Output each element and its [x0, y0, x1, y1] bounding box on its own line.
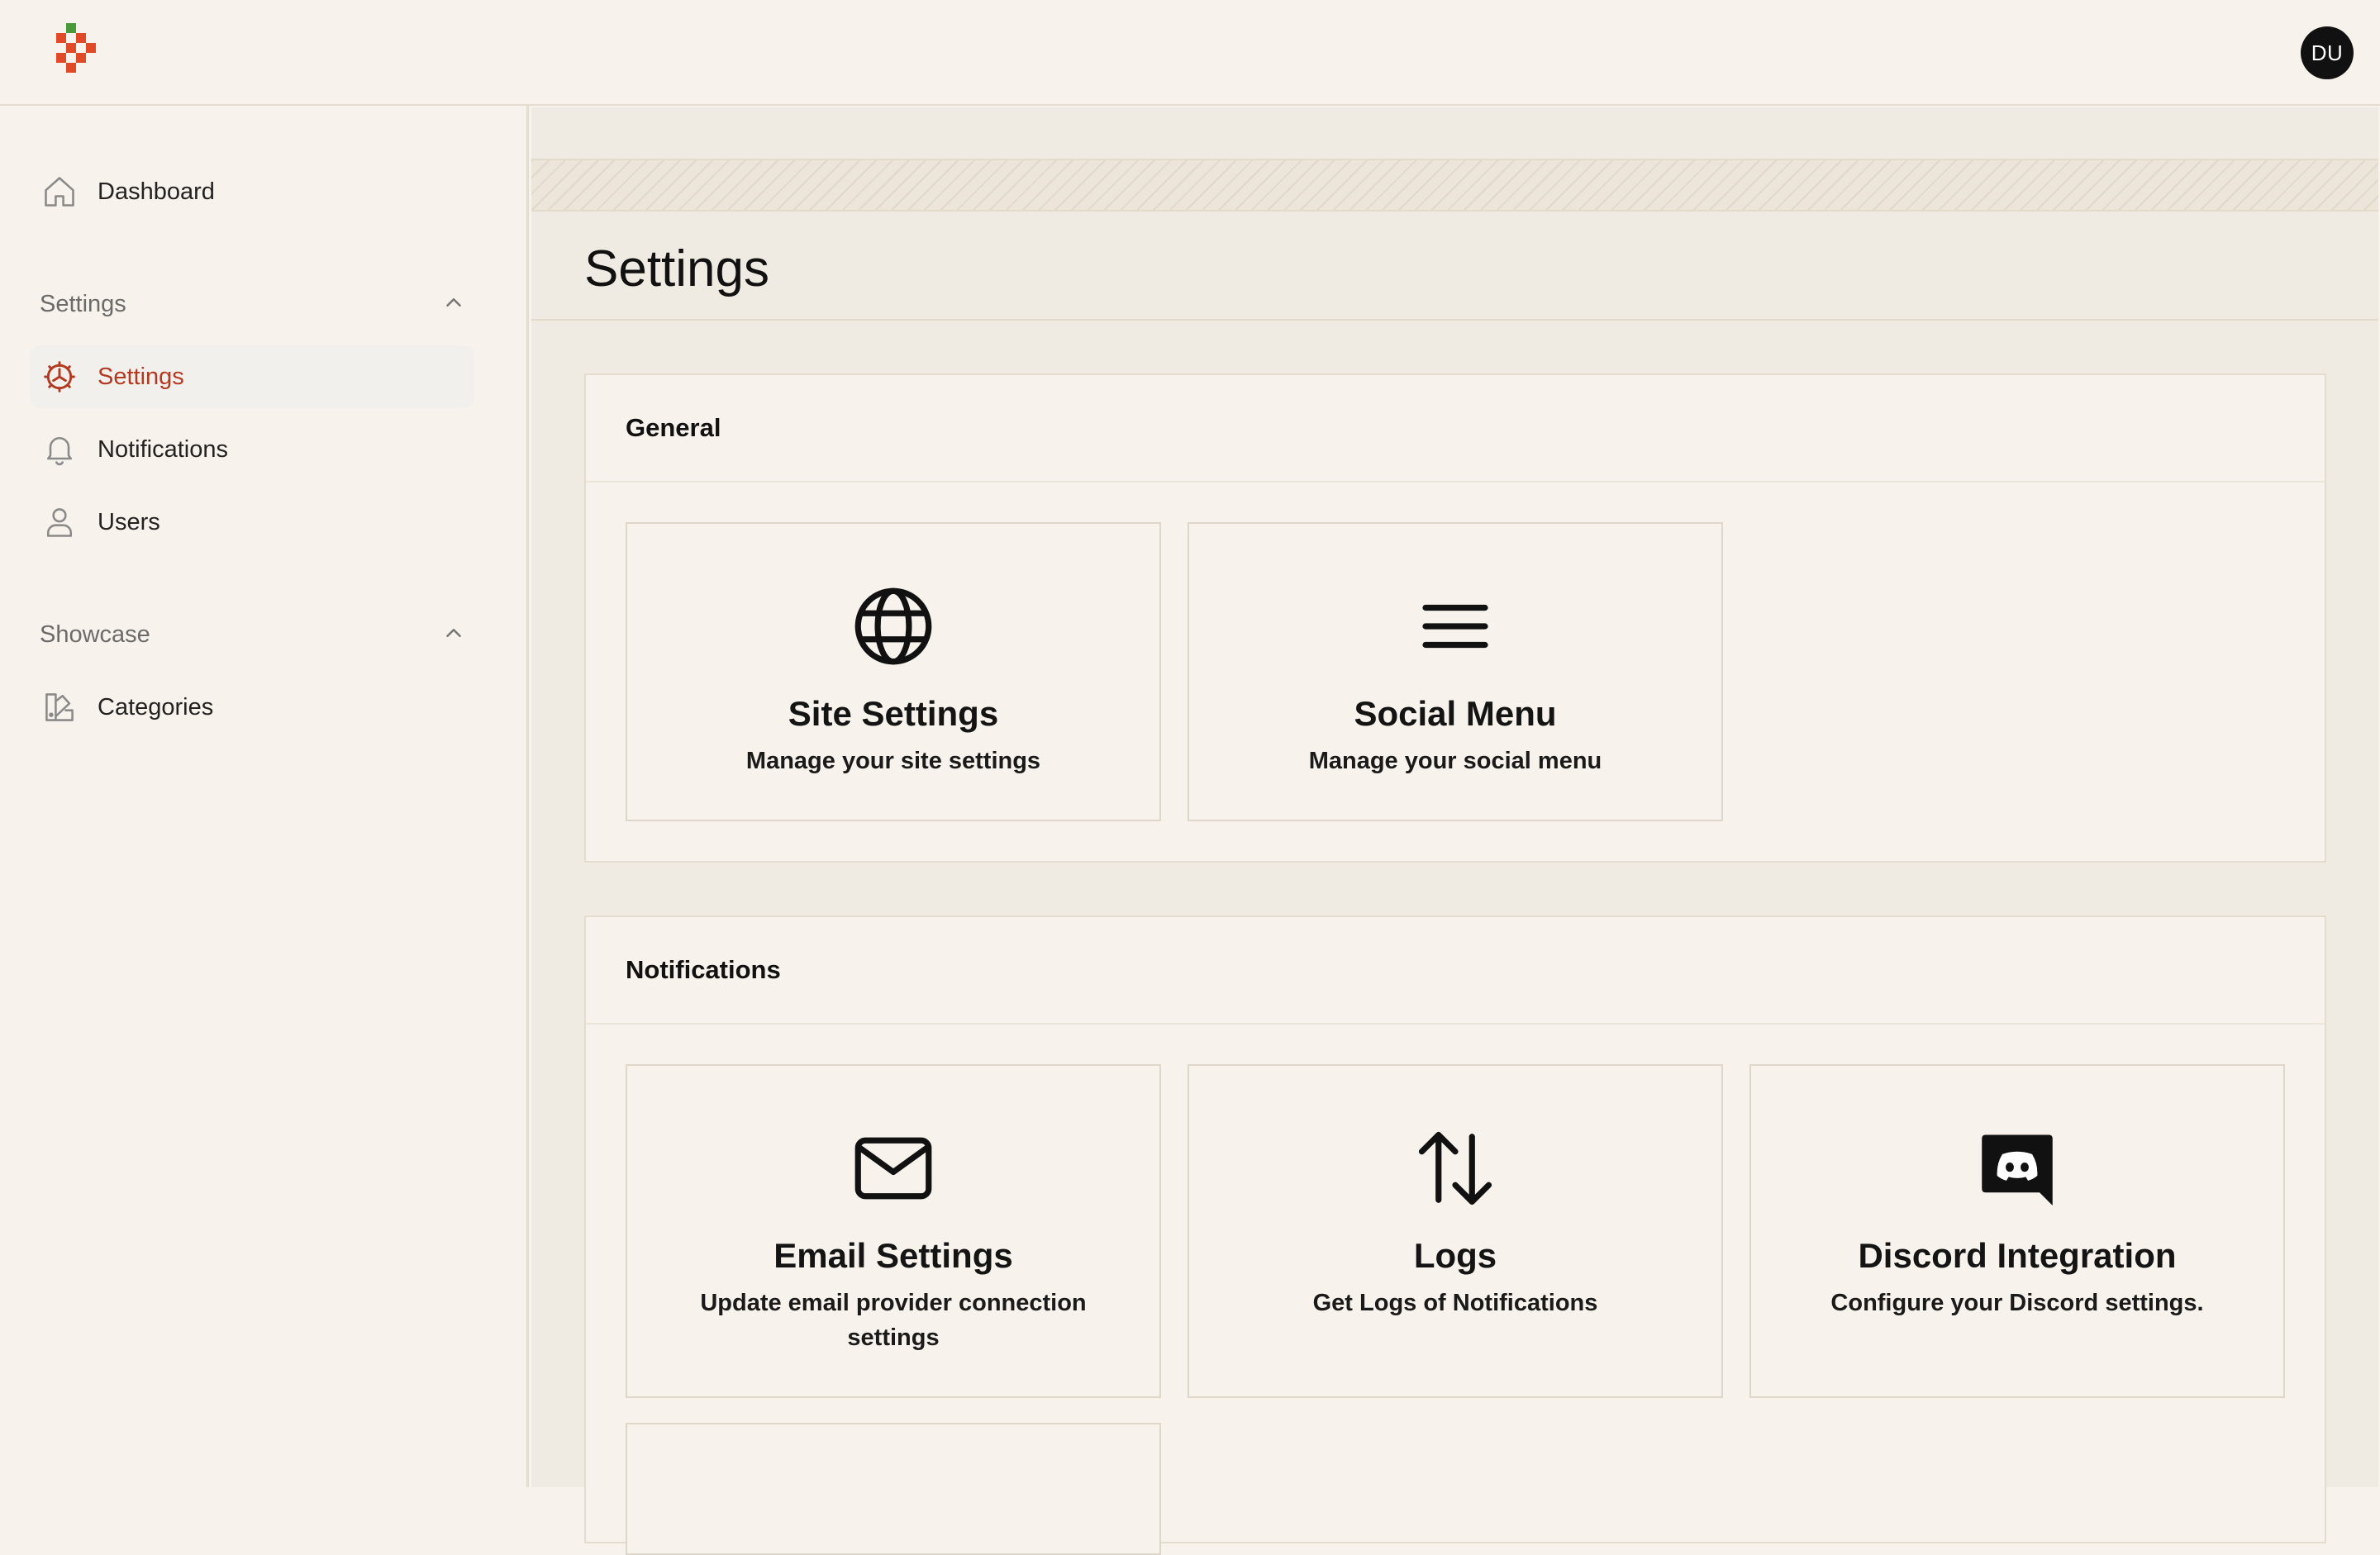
sidebar-item-label: Users	[98, 508, 160, 535]
card-description: Update email provider connection setting…	[700, 1290, 1087, 1351]
card-description: Configure your Discord settings.	[1830, 1290, 2204, 1316]
card-description: Manage your social menu	[1308, 748, 1602, 774]
sidebar: Dashboard Settings Settings Notification…	[0, 106, 529, 1487]
chevron-up-icon	[441, 621, 466, 649]
user-avatar[interactable]: DU	[2301, 26, 2354, 79]
card-site-settings[interactable]: Site Settings Manage your site settings	[626, 522, 1161, 821]
card-title: Site Settings	[788, 694, 999, 733]
sidebar-item-categories[interactable]: Categories	[30, 676, 474, 739]
card-description: Get Logs of Notifications	[1312, 1290, 1598, 1316]
sidebar-item-users[interactable]: Users	[30, 491, 474, 554]
page-title: Settings	[584, 240, 770, 297]
top-bar: DU	[0, 0, 2380, 106]
sidebar-item-label: Settings	[98, 363, 184, 390]
envelope-icon	[849, 1124, 938, 1213]
section-notifications: Notifications Email Settings Update emai…	[584, 915, 2326, 1555]
page-header: Settings	[531, 212, 2378, 321]
discord-icon	[1973, 1124, 2062, 1213]
chevron-up-icon	[441, 290, 466, 319]
main-content: Settings General Site Settings Manage yo…	[531, 107, 2378, 1555]
sidebar-group-label: Showcase	[40, 621, 150, 648]
card-title: Social Menu	[1354, 694, 1557, 733]
bell-icon	[30, 418, 89, 481]
globe-icon	[849, 582, 938, 671]
sidebar-group-settings[interactable]: Settings	[40, 281, 466, 327]
sidebar-item-notifications[interactable]: Notifications	[30, 418, 474, 481]
card-partial[interactable]	[626, 1423, 1161, 1555]
card-title: Email Settings	[774, 1236, 1013, 1275]
card-description: Manage your site settings	[745, 748, 1041, 774]
sidebar-item-label: Categories	[98, 693, 214, 720]
menu-icon	[1411, 582, 1500, 671]
card-social-menu[interactable]: Social Menu Manage your social menu	[1188, 522, 1723, 821]
sidebar-group-showcase[interactable]: Showcase	[40, 611, 466, 658]
arrows-up-down-icon	[1411, 1124, 1500, 1213]
swatch-icon	[30, 676, 89, 739]
gear-icon	[30, 345, 89, 408]
card-title: Discord Integration	[1858, 1236, 2177, 1275]
card-title: Logs	[1413, 1236, 1497, 1275]
sidebar-item-label: Dashboard	[98, 178, 215, 205]
user-icon	[30, 491, 89, 554]
section-general: General Site Settings Manage your site s…	[584, 373, 2326, 863]
card-email-settings[interactable]: Email Settings Update email provider con…	[626, 1064, 1161, 1398]
section-title: General	[586, 375, 2325, 483]
sidebar-item-dashboard[interactable]: Dashboard	[30, 160, 474, 223]
card-discord-integration[interactable]: Discord Integration Configure your Disco…	[1749, 1064, 2285, 1398]
section-title: Notifications	[586, 917, 2325, 1025]
app-logo-icon[interactable]	[55, 23, 104, 83]
sidebar-item-label: Notifications	[98, 435, 228, 463]
home-icon	[30, 160, 89, 223]
sidebar-group-label: Settings	[40, 290, 126, 317]
decorative-hatch-bar	[531, 159, 2378, 212]
card-logs[interactable]: Logs Get Logs of Notifications	[1188, 1064, 1723, 1398]
sidebar-item-settings[interactable]: Settings	[30, 345, 474, 408]
